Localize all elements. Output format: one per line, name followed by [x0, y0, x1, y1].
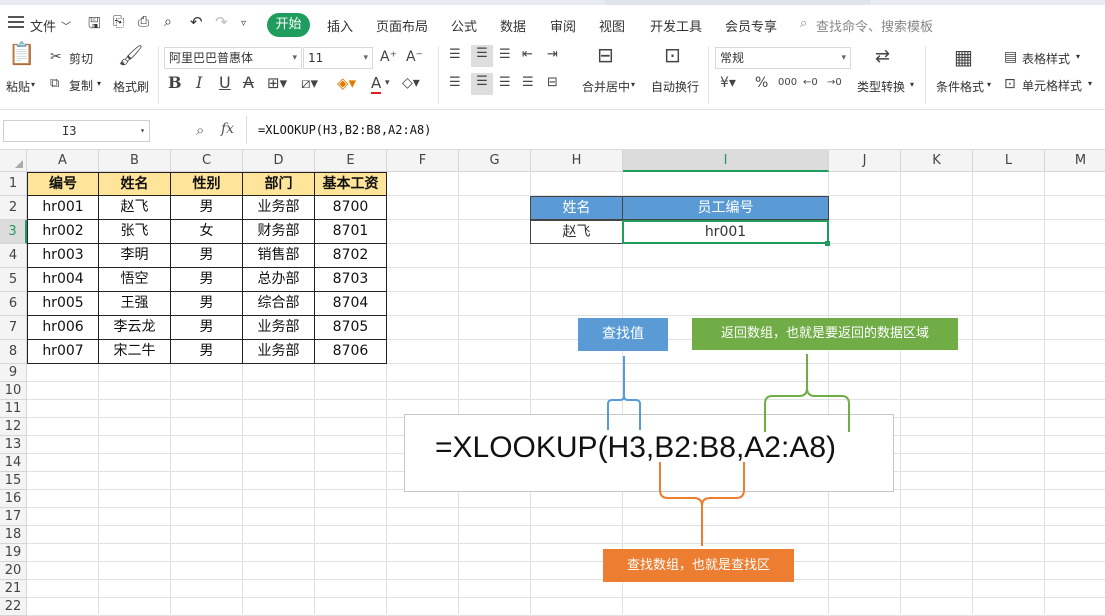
table-style-button[interactable]: 表格样式 — [1022, 50, 1070, 67]
merge-dropdown-icon[interactable]: ▾ — [631, 80, 635, 89]
ribbon-toolbar: 📋 粘贴 ▾ ✂ 剪切 ⧉ 复制 ▾ 🖌 格式刷 阿里巴巴普惠体 ▾ 11 ▾ A⁺… — [0, 40, 1105, 110]
save-icon[interactable]: 🖫 — [88, 13, 101, 38]
tab-insert[interactable]: 插入 — [327, 16, 353, 35]
tab-formulas[interactable]: 公式 — [451, 16, 477, 35]
font-size-select[interactable]: 11 ▾ — [303, 47, 373, 69]
cell-style-button[interactable]: 单元格样式 — [1022, 77, 1082, 94]
paste-button[interactable]: 粘贴 — [6, 78, 30, 95]
merge-center-button[interactable]: 合并居中 — [582, 78, 630, 95]
type-convert-icon[interactable]: ⇄ — [875, 48, 890, 66]
spreadsheet-grid: ABCDEFGHIJKLM 1 2 3 4 5 6 7 8 9 10 11 12 13 14 15 16 17 1… — [0, 150, 1105, 616]
undo-icon[interactable]: ↶ — [190, 13, 203, 31]
font-color-icon[interactable]: A — [371, 74, 382, 94]
tab-data[interactable]: 数据 — [500, 16, 526, 35]
cut-button[interactable]: 剪切 — [69, 50, 93, 67]
command-search[interactable]: 查找命令、搜索模板 — [816, 16, 933, 35]
table-style-dropdown-icon[interactable]: ▾ — [1076, 52, 1080, 61]
menu-bar: 文件 ﹀ 🖫 ⎘ ⎙ ⌕ ↶ ↷ ▿ 开始 插入 页面布局 公式 数据 审阅 视… — [0, 5, 1105, 40]
lookup-value-brace — [607, 356, 641, 430]
redo-icon[interactable]: ↷ — [215, 13, 228, 31]
bold-icon[interactable]: B — [168, 74, 182, 92]
name-box[interactable]: I3 ▾ — [3, 120, 150, 142]
table-style-icon[interactable]: ▤ — [1004, 48, 1017, 66]
align-middle-icon[interactable]: ☰ — [471, 45, 493, 67]
format-painter-button[interactable]: 格式刷 — [113, 78, 149, 95]
conditional-format-button[interactable]: 条件格式 — [936, 78, 984, 95]
cell-style-dropdown-icon[interactable]: ▾ — [1088, 79, 1092, 88]
merge-center-icon[interactable]: ⊟ — [597, 45, 614, 65]
underline-icon[interactable]: U — [219, 74, 231, 92]
type-convert-dropdown-icon[interactable]: ▾ — [910, 80, 914, 89]
formula-bar: I3 ▾ ⌕ fx =XLOOKUP(H3,B2:B8,A2:A8) — [0, 110, 1105, 150]
font-color-dropdown-icon[interactable]: ▾ — [385, 74, 390, 92]
formula-input[interactable]: =XLOOKUP(H3,B2:B8,A2:A8) — [258, 123, 431, 137]
search-icon[interactable]: ⌕ — [800, 16, 807, 31]
copy-icon[interactable]: ⧉ — [50, 75, 59, 93]
brace-connectors — [607, 354, 850, 546]
tab-start[interactable]: 开始 — [267, 13, 310, 37]
increase-decimal-icon[interactable]: ←0 — [803, 74, 818, 92]
clear-format-icon[interactable]: ◇▾ — [402, 74, 420, 92]
currency-icon[interactable]: ¥▾ — [720, 74, 736, 92]
indent-increase-icon[interactable]: ⇥ — [547, 46, 558, 64]
export-icon[interactable]: ⎘ — [113, 14, 124, 30]
copy-button[interactable]: 复制 — [69, 77, 93, 94]
wrap-text-icon[interactable]: ⊡ — [664, 45, 681, 65]
tab-developer[interactable]: 开发工具 — [650, 16, 702, 35]
justify-icon[interactable]: ☰ — [522, 74, 534, 92]
cond-format-dropdown-icon[interactable]: ▾ — [987, 80, 991, 89]
italic-icon[interactable]: I — [196, 74, 202, 92]
fx-icon[interactable]: fx — [221, 121, 234, 137]
quick-access-dropdown-icon[interactable]: ▿ — [241, 18, 246, 29]
fill-color-icon[interactable]: ◈▾ — [337, 74, 356, 92]
copy-dropdown-icon[interactable]: ▾ — [97, 79, 101, 88]
wrap-text-button[interactable]: 自动换行 — [651, 78, 699, 95]
thousands-icon[interactable]: 000 — [778, 74, 797, 92]
tab-page-layout[interactable]: 页面布局 — [376, 16, 428, 35]
cell-style-icon[interactable]: ⊡ — [1004, 75, 1016, 93]
hamburger-icon[interactable] — [8, 16, 24, 28]
zoom-icon[interactable]: ⌕ — [196, 121, 204, 139]
lookup-array-brace — [659, 462, 745, 546]
strikethrough-icon[interactable]: A — [243, 74, 254, 92]
tab-member[interactable]: 会员专享 — [725, 16, 777, 35]
scissors-icon[interactable]: ✂ — [50, 48, 62, 66]
number-format-select[interactable]: 常规 ▾ — [715, 47, 851, 69]
conditional-format-icon[interactable]: ▦ — [954, 47, 973, 67]
indent-decrease-icon[interactable]: ⇤ — [522, 46, 533, 64]
align-center-icon[interactable]: ☰ — [471, 73, 493, 95]
print-preview-icon[interactable]: ⌕ — [164, 14, 172, 30]
increase-font-icon[interactable]: A⁺ — [380, 48, 397, 66]
type-convert-button[interactable]: 类型转换 — [857, 78, 905, 95]
file-menu[interactable]: 文件 — [30, 16, 56, 35]
paste-dropdown-icon[interactable]: ▾ — [31, 80, 35, 89]
font-name-select[interactable]: 阿里巴巴普惠体 ▾ — [164, 47, 302, 69]
paste-icon[interactable]: 📋 — [8, 44, 35, 72]
format-painter-icon[interactable]: 🖌 — [118, 45, 143, 65]
name-box-dropdown-icon[interactable]: ▾ — [140, 121, 145, 141]
align-top-icon[interactable]: ☰ — [449, 46, 461, 64]
align-bottom-icon[interactable]: ☰ — [499, 46, 511, 64]
align-right-icon[interactable]: ☰ — [499, 74, 511, 92]
fill-style-icon[interactable]: ⧄▾ — [301, 74, 318, 92]
align-left-icon[interactable]: ☰ — [449, 74, 461, 92]
print-icon[interactable]: ⎙ — [138, 14, 149, 30]
chevron-down-icon[interactable]: ﹀ — [61, 18, 71, 33]
return-array-brace — [764, 354, 850, 432]
decrease-font-icon[interactable]: A⁻ — [406, 48, 423, 66]
percent-icon[interactable]: % — [755, 74, 768, 92]
border-icon[interactable]: ⊞▾ — [267, 74, 287, 92]
tab-review[interactable]: 审阅 — [550, 16, 576, 35]
tab-view[interactable]: 视图 — [599, 16, 625, 35]
distributed-icon[interactable]: ⊟ — [547, 74, 558, 92]
decrease-decimal-icon[interactable]: →0 — [827, 74, 842, 92]
